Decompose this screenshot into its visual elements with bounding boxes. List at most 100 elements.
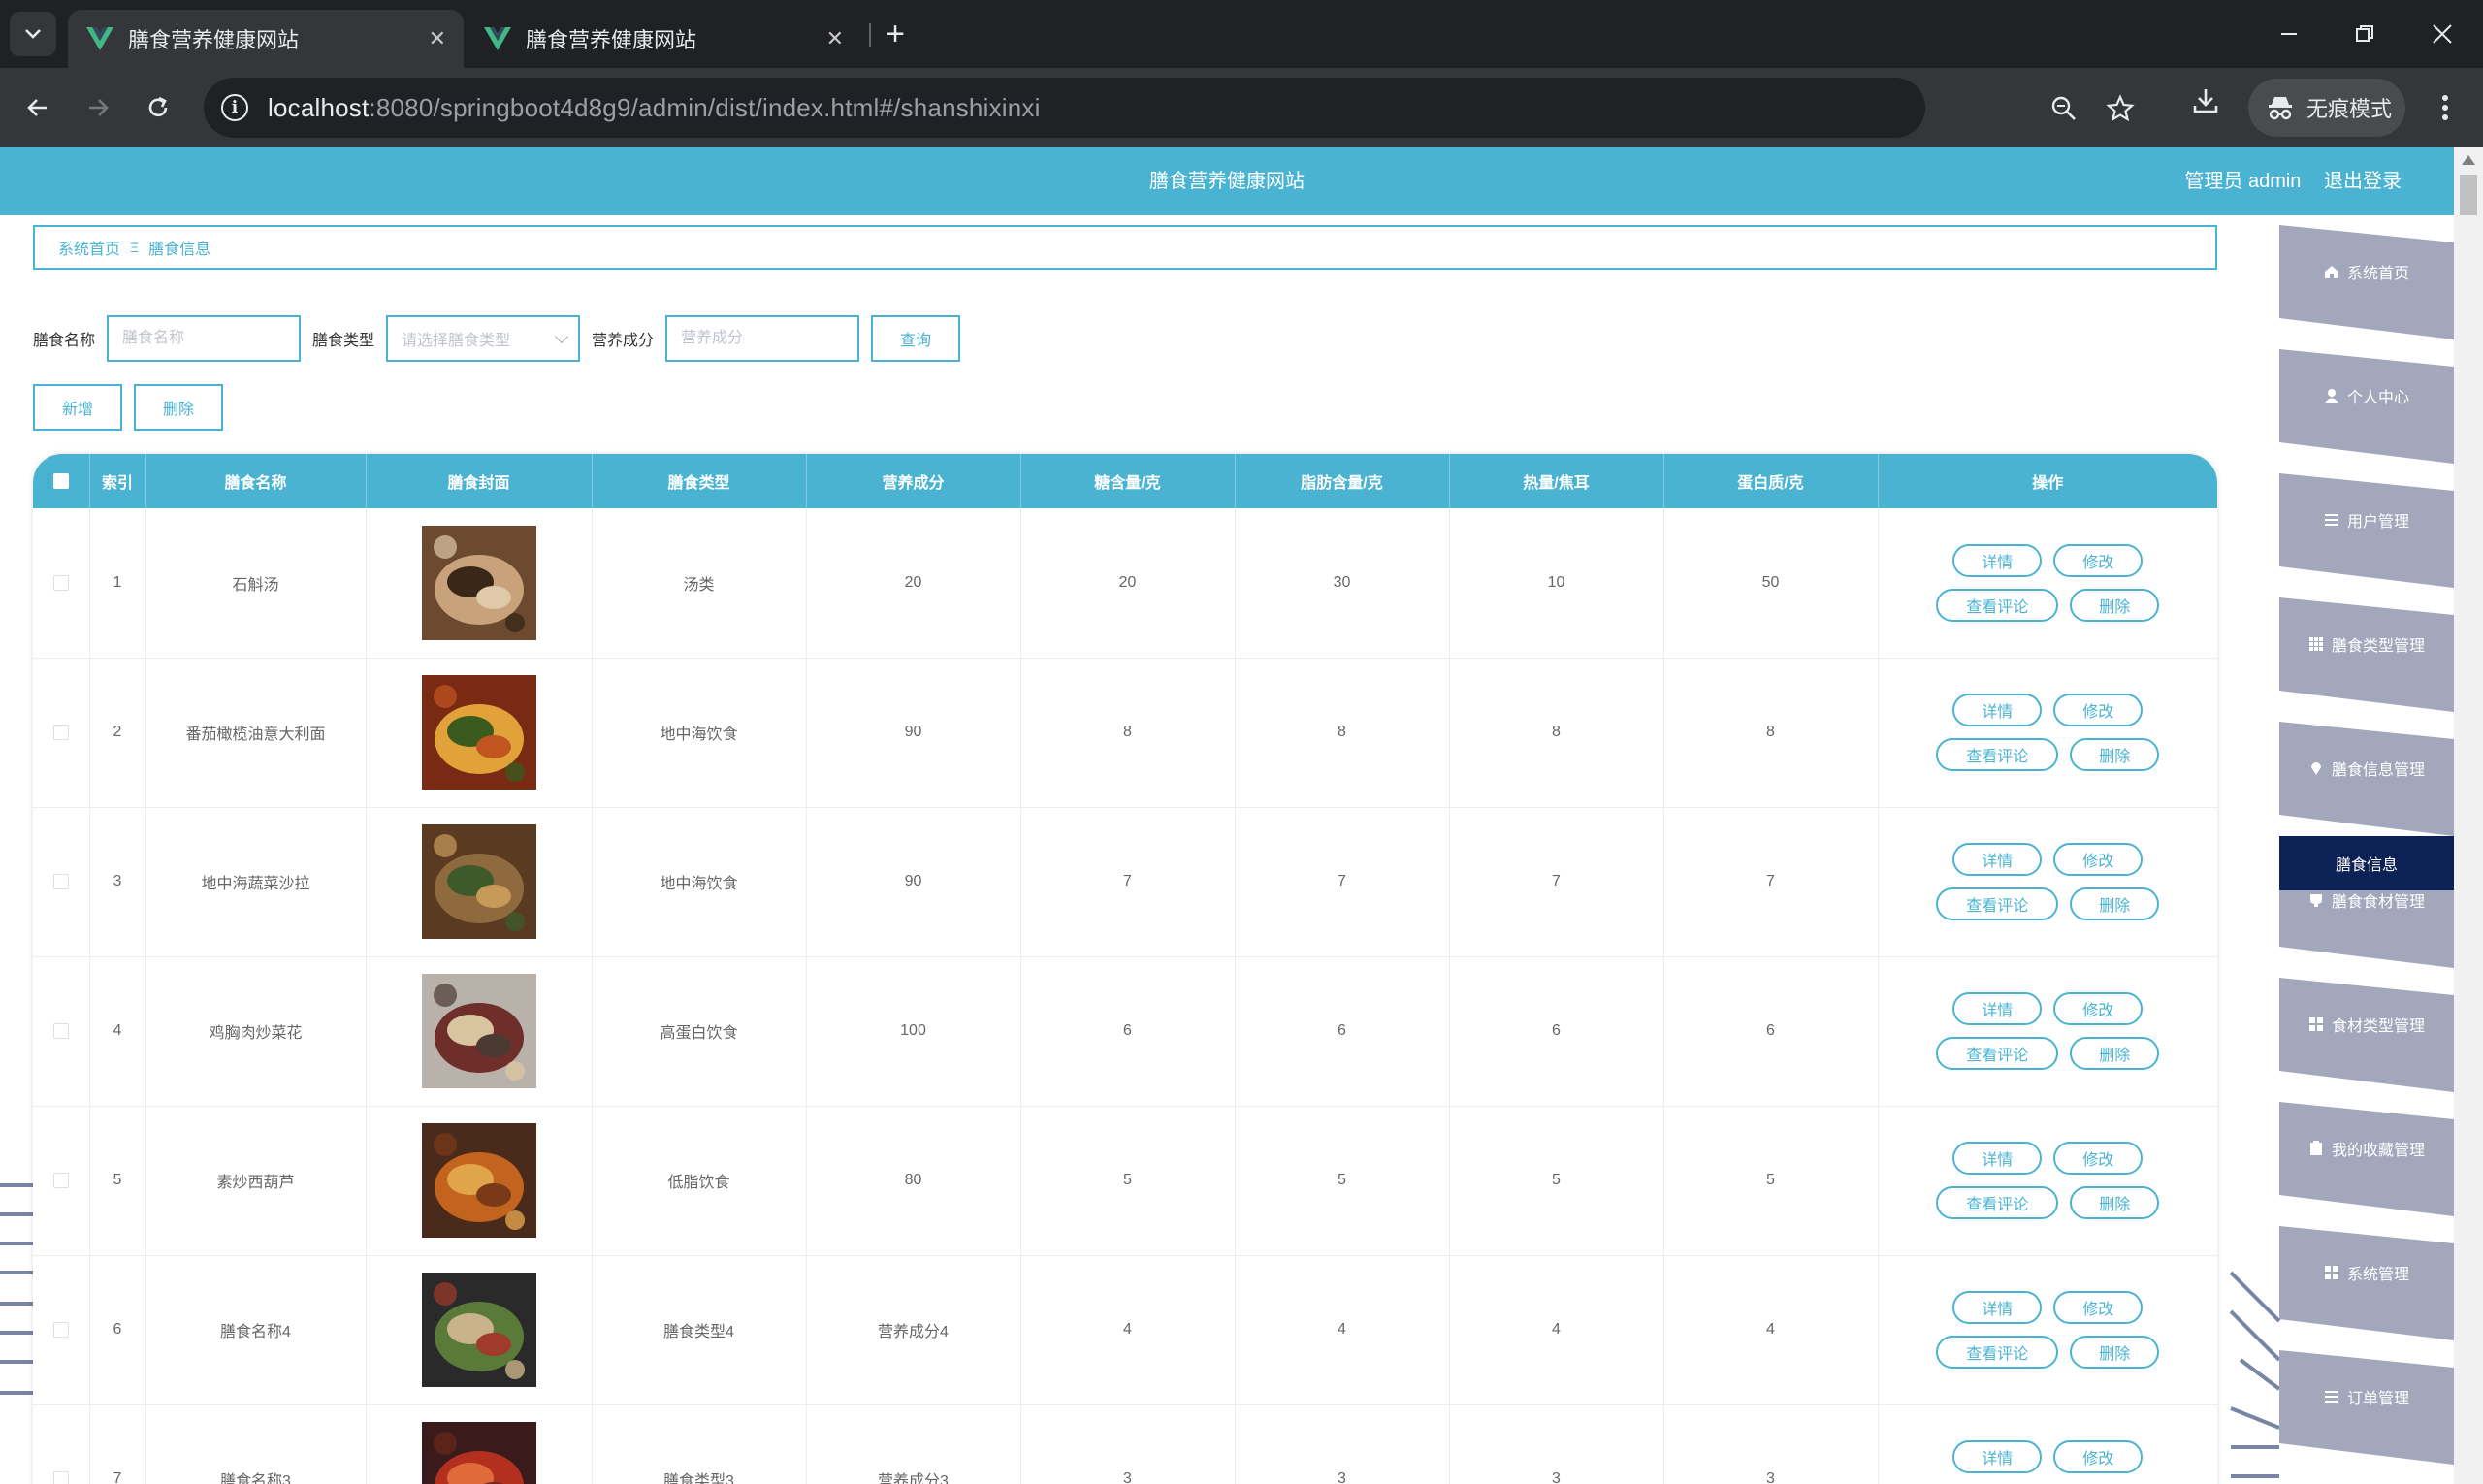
row-select-cell[interactable] xyxy=(33,807,90,957)
edit-button[interactable]: 修改 xyxy=(2053,992,2144,1025)
edit-button[interactable]: 修改 xyxy=(2053,1291,2144,1324)
browser-tab[interactable]: 膳食营养健康网站 ✕ xyxy=(466,10,861,68)
edit-button[interactable]: 修改 xyxy=(2053,1440,2144,1473)
side-menu-item[interactable]: 膳食信息管理 xyxy=(2279,722,2454,836)
delete-button[interactable]: 删除 xyxy=(2070,1336,2160,1369)
view-comments-button[interactable]: 查看评论 xyxy=(1936,1336,2059,1369)
scroll-thumb[interactable] xyxy=(2460,175,2477,215)
side-menu-item[interactable]: 膳食类型管理 xyxy=(2279,597,2454,712)
tab-search-button[interactable] xyxy=(10,12,56,56)
row-select-cell[interactable] xyxy=(33,1255,90,1405)
browser-tab-active[interactable]: 膳食营养健康网站 ✕ xyxy=(68,10,464,68)
row-select-cell[interactable] xyxy=(33,658,90,808)
column-header: 蛋白质/克 xyxy=(1663,454,1879,508)
reload-button[interactable] xyxy=(136,85,180,130)
view-comments-button[interactable]: 查看评论 xyxy=(1936,588,2059,622)
side-menu-item[interactable]: 订单管理 xyxy=(2279,1350,2454,1465)
browser-menu-button[interactable] xyxy=(2423,85,2467,130)
row-select-cell[interactable] xyxy=(33,508,90,659)
new-tab-button[interactable]: + xyxy=(873,12,918,56)
row-checkbox[interactable] xyxy=(52,1470,69,1484)
detail-button[interactable]: 详情 xyxy=(1952,992,2043,1025)
edit-button[interactable]: 修改 xyxy=(2053,694,2144,726)
side-menu-label-text: 用户管理 xyxy=(2346,514,2409,531)
delete-button[interactable]: 删除 xyxy=(2070,1186,2160,1219)
cell-nutrition: 80 xyxy=(806,1106,1021,1256)
filter-name-input[interactable] xyxy=(107,315,302,362)
view-comments-button[interactable]: 查看评论 xyxy=(1936,887,2059,920)
cell-index: 2 xyxy=(89,658,146,808)
side-menu-item[interactable]: 用户管理 xyxy=(2279,473,2454,588)
side-menu-item[interactable]: 系统管理 xyxy=(2279,1226,2454,1340)
bookmark-star-icon[interactable] xyxy=(2103,91,2138,126)
edit-button[interactable]: 修改 xyxy=(2053,1142,2144,1175)
page-scrollbar[interactable] xyxy=(2454,147,2483,1484)
detail-button[interactable]: 详情 xyxy=(1952,1142,2043,1175)
view-comments-button[interactable]: 查看评论 xyxy=(1936,1037,2059,1070)
row-checkbox[interactable] xyxy=(52,1022,69,1039)
close-window-button[interactable] xyxy=(2413,10,2471,58)
filter-nutrition-input[interactable] xyxy=(665,315,860,362)
back-button[interactable] xyxy=(16,85,60,130)
add-button[interactable]: 新增 xyxy=(33,384,122,431)
delete-button[interactable]: 删除 xyxy=(2070,1037,2160,1070)
scroll-up-arrow-icon[interactable] xyxy=(2462,155,2475,165)
detail-button[interactable]: 详情 xyxy=(1952,843,2043,876)
cell-operations: 详情 修改 查看评论 删除 xyxy=(1878,658,2217,808)
row-checkbox[interactable] xyxy=(52,1172,69,1188)
diet-info-table: 索引 膳食名称 膳食封面 膳食类型 营养成分 糖含量/克 脂肪含量/克 热量/焦… xyxy=(33,454,2217,1484)
site-info-icon[interactable]: i xyxy=(221,94,248,121)
cell-cover xyxy=(366,658,593,808)
zoom-icon[interactable] xyxy=(2047,91,2081,126)
row-checkbox[interactable] xyxy=(52,724,69,740)
minimize-button[interactable] xyxy=(2260,10,2318,58)
row-checkbox[interactable] xyxy=(52,873,69,889)
table-row: 2 番茄橄榄油意大利面 地中海饮食 90 8 8 8 8 详情 修改 查看评论 … xyxy=(33,658,2217,808)
side-menu-item[interactable]: 系统首页 xyxy=(2279,225,2454,339)
column-header: 操作 xyxy=(1878,454,2217,508)
delete-button[interactable]: 删除 xyxy=(2070,738,2160,771)
side-menu-item[interactable]: 我的收藏管理 xyxy=(2279,1102,2454,1216)
detail-button[interactable]: 详情 xyxy=(1952,1440,2043,1473)
edit-button[interactable]: 修改 xyxy=(2053,843,2144,876)
detail-button[interactable]: 详情 xyxy=(1952,543,2043,577)
chevron-down-icon xyxy=(25,29,41,39)
filter-type-select[interactable]: 请选择膳食类型 xyxy=(386,315,581,362)
tab-close-icon[interactable]: ✕ xyxy=(429,26,446,51)
side-menu-item-label: 膳食类型管理 xyxy=(2279,625,2454,663)
incognito-indicator[interactable]: 无痕模式 xyxy=(2248,79,2405,137)
delete-button[interactable]: 删除 xyxy=(2070,588,2160,622)
cell-sugar: 6 xyxy=(1020,956,1236,1107)
detail-button[interactable]: 详情 xyxy=(1952,694,2043,726)
tab-close-icon[interactable]: ✕ xyxy=(826,26,844,51)
row-checkbox[interactable] xyxy=(52,1321,69,1338)
address-bar[interactable]: i localhost:8080/springboot4d8g9/admin/d… xyxy=(204,78,2135,138)
view-comments-button[interactable]: 查看评论 xyxy=(1936,1186,2059,1219)
row-select-cell[interactable] xyxy=(33,1404,90,1484)
detail-button[interactable]: 详情 xyxy=(1952,1291,2043,1324)
delete-button[interactable]: 删除 xyxy=(2070,887,2160,920)
cell-fat: 3 xyxy=(1235,1404,1450,1484)
side-menu-item[interactable]: 个人中心 xyxy=(2279,349,2454,464)
select-all-checkbox[interactable] xyxy=(52,472,69,489)
select-all-header[interactable] xyxy=(33,454,90,508)
logout-link[interactable]: 退出登录 xyxy=(2324,171,2402,192)
food-photo-6 xyxy=(421,1273,536,1387)
batch-delete-button[interactable]: 删除 xyxy=(134,384,223,431)
site-title: 膳食营养健康网站 xyxy=(1149,171,1305,192)
row-select-cell[interactable] xyxy=(33,1106,90,1256)
row-select-cell[interactable] xyxy=(33,956,90,1107)
breadcrumb-home-link[interactable]: 系统首页 xyxy=(58,236,120,259)
view-comments-button[interactable]: 查看评论 xyxy=(1936,738,2059,771)
cell-index: 6 xyxy=(89,1255,146,1405)
download-icon[interactable] xyxy=(2188,83,2223,118)
cell-index: 5 xyxy=(89,1106,146,1256)
url-text[interactable]: localhost:8080/springboot4d8g9/admin/dis… xyxy=(268,93,1041,123)
side-menu-active-item[interactable]: 膳食信息 xyxy=(2279,836,2454,890)
search-button[interactable]: 查询 xyxy=(871,315,961,362)
edit-button[interactable]: 修改 xyxy=(2053,543,2144,577)
restore-button[interactable] xyxy=(2336,10,2394,58)
forward-button[interactable] xyxy=(76,85,120,130)
side-menu-item[interactable]: 食材类型管理 xyxy=(2279,978,2454,1092)
row-checkbox[interactable] xyxy=(52,574,69,591)
